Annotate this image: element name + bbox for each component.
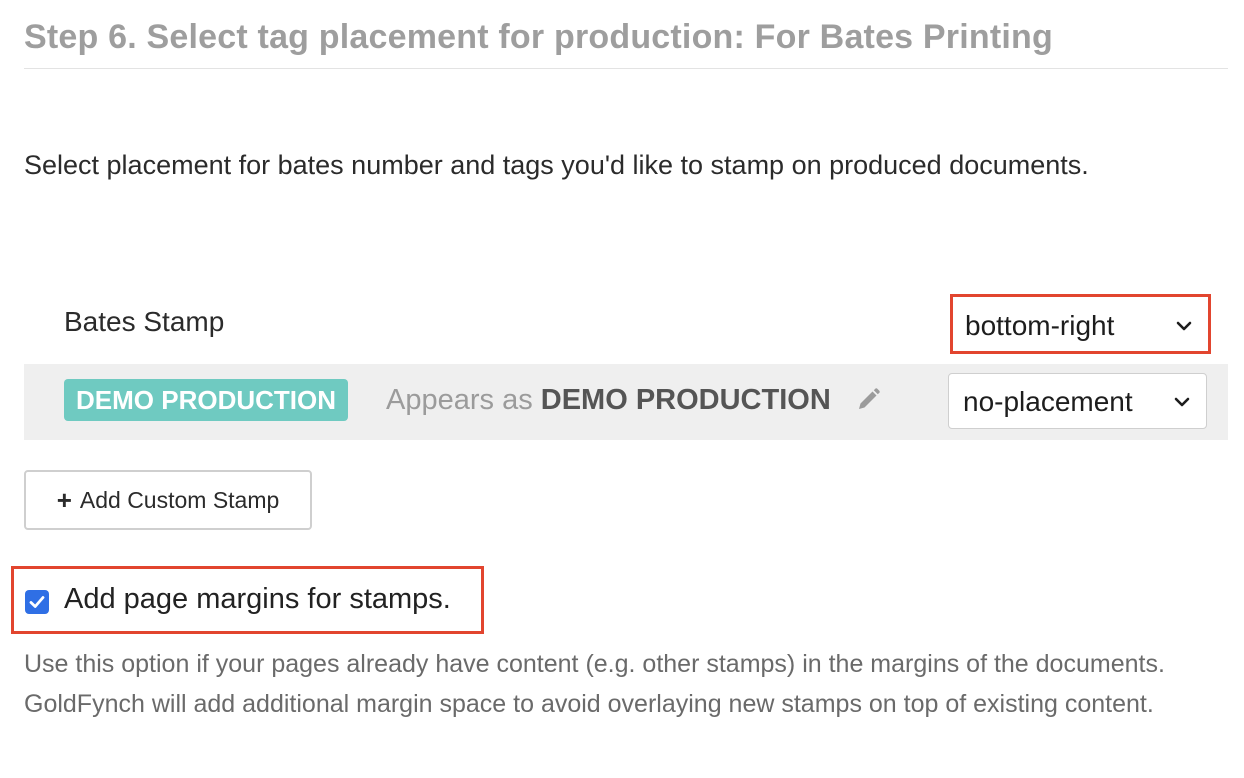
intro-text: Select placement for bates number and ta… (24, 150, 1089, 180)
add-custom-stamp-label: Add Custom Stamp (79, 486, 280, 513)
appears-as-name: DEMO PRODUCTION (540, 384, 831, 416)
title-divider (24, 68, 1228, 69)
tag-placement-value: no-placement (963, 386, 1133, 417)
checkbox-highlight (11, 566, 484, 634)
add-custom-stamp-button[interactable]: + Add Custom Stamp (24, 470, 312, 530)
bates-stamp-label: Bates Stamp (64, 306, 225, 337)
bates-select-highlight (950, 294, 1211, 354)
tag-appears-as: Appears as DEMO PRODUCTION (386, 384, 831, 417)
tag-placement-select[interactable]: no-placement (948, 373, 1207, 429)
tag-badge: DEMO PRODUCTION (64, 379, 348, 421)
step-title: Step 6. Select tag placement for product… (24, 18, 1053, 56)
plus-icon: + (56, 485, 72, 515)
production-step-6: Step 6. Select tag placement for product… (0, 0, 1244, 778)
pencil-icon[interactable] (854, 386, 882, 414)
chevron-down-icon (1174, 397, 1190, 407)
page-margins-help: Use this option if your pages already ha… (24, 650, 1165, 718)
appears-as-prefix: Appears as (386, 384, 533, 416)
